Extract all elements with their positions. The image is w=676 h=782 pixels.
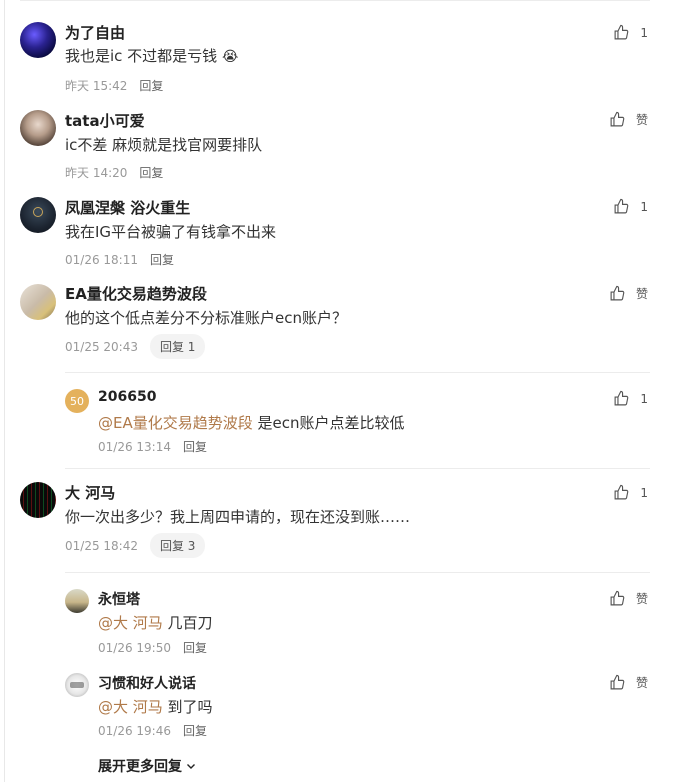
left-border <box>4 0 5 782</box>
comment-meta: 01/25 18:42 回复 3 <box>65 533 206 558</box>
reply-button[interactable]: 回复 <box>183 639 207 656</box>
like-count: 赞 <box>635 592 648 606</box>
avatar[interactable] <box>20 482 56 518</box>
like-button[interactable]: 1 <box>613 484 648 501</box>
comment-text-body: 我也是ic 不过都是亏钱 <box>65 47 218 65</box>
like-count: 赞 <box>635 113 648 127</box>
timestamp: 01/25 18:42 <box>65 538 138 553</box>
thumbs-up-icon <box>614 24 629 40</box>
comment-meta: 01/25 20:43 回复 1 <box>65 334 206 359</box>
like-button[interactable]: 1 <box>613 390 648 407</box>
comment-meta: 01/26 18:11 回复 <box>65 251 174 268</box>
comment-author[interactable]: 凤凰涅槃 浴火重生 <box>65 197 190 218</box>
reply-author[interactable]: 永恒塔 <box>98 589 140 609</box>
reply-button[interactable]: 回复 <box>139 77 163 94</box>
reply-text: @EA量化交易趋势波段 是ecn账户点差比较低 <box>98 412 405 433</box>
reply-divider <box>65 572 650 573</box>
comment-text: 他的这个低点差分不分标准账户ecn账户？ <box>65 309 347 327</box>
like-count: 赞 <box>635 287 648 301</box>
like-count: 1 <box>640 391 648 406</box>
comment-text: ic不差 麻烦就是找官网要排队 <box>65 136 263 154</box>
reply-text-body: 到了吗 <box>162 698 213 716</box>
like-button[interactable]: 赞 <box>609 674 648 691</box>
thumbs-up-icon <box>610 111 625 127</box>
reply-text-body: 是ecn账户点差比较低 <box>252 414 405 432</box>
timestamp: 01/26 19:50 <box>98 640 171 655</box>
like-button[interactable]: 赞 <box>609 285 648 302</box>
timestamp: 昨天 15:42 <box>65 79 128 93</box>
thumbs-up-icon <box>610 674 625 690</box>
reply-meta: 01/26 13:14 回复 <box>98 438 207 455</box>
avatar[interactable] <box>65 673 89 697</box>
timestamp: 昨天 14:20 <box>65 166 128 180</box>
mention-link[interactable]: @大 河马 <box>98 698 163 716</box>
reply-author[interactable]: 206650 <box>98 389 156 405</box>
thumbs-up-icon <box>610 285 625 301</box>
comment-meta: 昨天 15:42 回复 <box>65 77 163 94</box>
comment-author[interactable]: 大 河马 <box>65 482 115 503</box>
top-divider <box>20 0 650 1</box>
comment-author[interactable]: tata小可爱 <box>65 110 145 131</box>
thumbs-up-icon <box>614 390 629 406</box>
reply-author[interactable]: 习惯和好人说话 <box>98 673 196 693</box>
like-button[interactable]: 1 <box>613 198 648 215</box>
avatar[interactable] <box>65 589 89 613</box>
crying-emoji-icon: 😭 <box>221 49 239 65</box>
timestamp: 01/26 19:46 <box>98 723 171 738</box>
timestamp: 01/25 20:43 <box>65 339 138 354</box>
thumbs-up-icon <box>610 590 625 606</box>
like-count: 赞 <box>635 676 648 690</box>
reply-button[interactable]: 回复 3 <box>149 533 206 558</box>
reply-button[interactable]: 回复 <box>183 722 207 739</box>
comment-divider <box>65 468 650 469</box>
avatar[interactable] <box>20 110 56 146</box>
reply-meta: 01/26 19:46 回复 <box>98 722 207 739</box>
level-badge: 50 <box>65 389 89 413</box>
like-count: 1 <box>640 199 648 214</box>
reply-button[interactable]: 回复 <box>150 251 174 268</box>
mention-link[interactable]: @EA量化交易趋势波段 <box>98 414 253 432</box>
comment-author[interactable]: EA量化交易趋势波段 <box>65 283 207 304</box>
comment-text: 我在IG平台被骗了有钱拿不出来 <box>65 223 277 241</box>
reply-button[interactable]: 回复 1 <box>149 334 206 359</box>
avatar[interactable] <box>20 284 56 320</box>
avatar[interactable] <box>20 197 56 233</box>
reply-button[interactable]: 回复 <box>139 164 163 181</box>
comment-meta: 昨天 14:20 回复 <box>65 164 163 181</box>
timestamp: 01/26 13:14 <box>98 439 171 454</box>
thumbs-up-icon <box>614 484 629 500</box>
like-button[interactable]: 赞 <box>609 111 648 128</box>
expand-more-replies-label: 展开更多回复 <box>98 759 182 775</box>
mention-link[interactable]: @大 河马 <box>98 614 163 632</box>
avatar[interactable] <box>20 22 56 58</box>
comment-text: 我也是ic 不过都是亏钱 😭 <box>65 45 238 66</box>
comment-text: 你一次出多少？我上周四申请的，现在还没到账…… <box>65 508 411 526</box>
comment-author[interactable]: 为了自由 <box>65 22 125 43</box>
like-count: 1 <box>640 25 648 40</box>
like-count: 1 <box>640 485 648 500</box>
chevron-down-icon <box>187 764 195 769</box>
reply-text: @大 河马 到了吗 <box>98 696 213 717</box>
thumbs-up-icon <box>614 198 629 214</box>
timestamp: 01/26 18:11 <box>65 252 138 267</box>
like-button[interactable]: 赞 <box>609 590 648 607</box>
reply-text: @大 河马 几百刀 <box>98 612 213 633</box>
reply-meta: 01/26 19:50 回复 <box>98 639 207 656</box>
reply-text-body: 几百刀 <box>162 614 213 632</box>
like-button[interactable]: 1 <box>613 24 648 41</box>
reply-divider <box>65 372 650 373</box>
expand-more-replies-button[interactable]: 展开更多回复 <box>98 756 196 776</box>
reply-button[interactable]: 回复 <box>183 438 207 455</box>
